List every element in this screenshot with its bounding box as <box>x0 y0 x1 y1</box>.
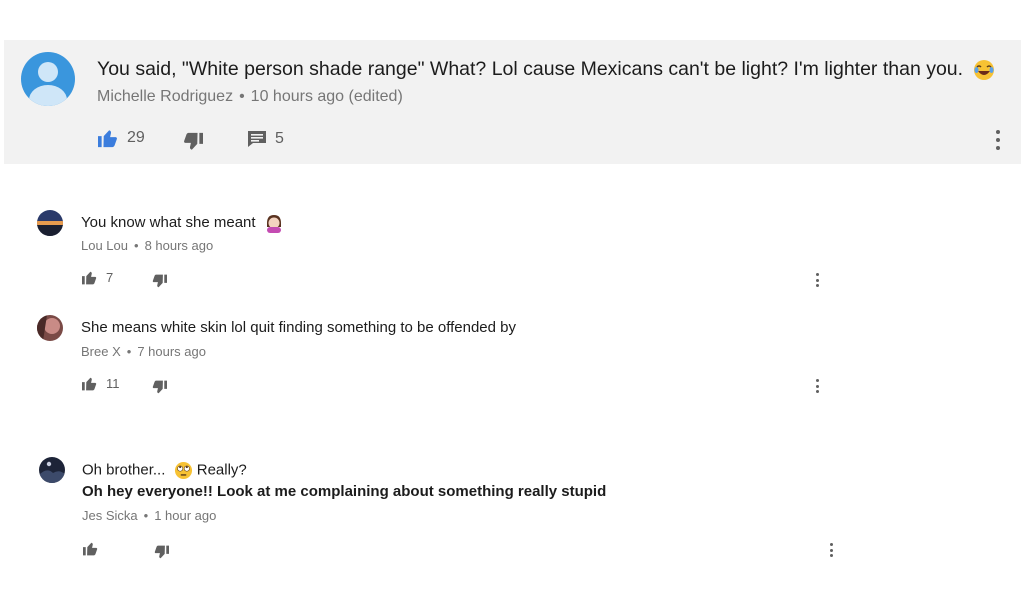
thumbs-up-icon <box>83 542 98 556</box>
author-name[interactable]: Jes Sicka <box>82 508 138 523</box>
avatar[interactable] <box>37 210 63 236</box>
reply-text-bold: Oh hey everyone!! Look at me complaining… <box>82 483 607 500</box>
more-options-icon[interactable] <box>814 273 820 287</box>
thumbs-down-icon <box>154 545 169 559</box>
avatar[interactable] <box>39 457 65 483</box>
sunset-avatar-image <box>37 210 63 236</box>
thumbs-up-icon <box>82 377 97 391</box>
reply-text-row: Oh brother... Really? <box>82 461 247 480</box>
reply-text-row: You know what she meant <box>81 213 284 233</box>
like-count: 7 <box>106 270 114 285</box>
like-button[interactable]: 11 <box>81 376 120 391</box>
more-options-icon[interactable] <box>828 543 834 557</box>
author-name[interactable]: Lou Lou <box>81 238 128 253</box>
thumbs-up-icon <box>98 130 117 148</box>
replies-button[interactable]: 5 <box>247 129 284 149</box>
reply-text: Oh brother... <box>82 461 166 479</box>
top-comment-meta: Michelle Rodriguez • 10 hours ago (edited) <box>97 88 403 106</box>
author-name[interactable]: Michelle Rodriguez <box>97 88 233 105</box>
like-count: 29 <box>127 129 145 146</box>
reply-meta: Bree X • 7 hours ago <box>81 344 206 359</box>
reply-text: She means white skin lol quit finding so… <box>81 319 516 336</box>
top-comment-text-row: You said, "White person shade range" Wha… <box>97 58 995 81</box>
rolling-eyes-emoji-icon <box>174 461 192 480</box>
dislike-button[interactable] <box>151 380 168 395</box>
replies-count: 5 <box>275 130 284 147</box>
more-options-icon[interactable] <box>995 130 1001 150</box>
like-button[interactable]: 7 <box>81 270 113 285</box>
timestamp: 1 hour ago <box>154 508 217 523</box>
thumbs-up-icon <box>82 271 97 285</box>
facepalm-emoji-icon <box>266 215 281 233</box>
comment-icon <box>248 131 266 147</box>
separator-dot: • <box>126 344 132 359</box>
separator-dot: • <box>143 508 149 523</box>
dislike-button[interactable] <box>151 274 168 289</box>
timestamp: 8 hours ago <box>144 238 214 253</box>
dislike-button[interactable] <box>153 545 170 560</box>
like-button[interactable]: 29 <box>97 128 145 148</box>
timestamp: 7 hours ago <box>137 344 206 359</box>
night-avatar-image <box>39 457 65 483</box>
avatar-head-shape <box>38 62 58 82</box>
thumbs-down-icon <box>184 132 203 150</box>
reply-meta: Jes Sicka • 1 hour ago <box>82 508 216 523</box>
laughing-emoji-icon <box>973 59 994 80</box>
author-name[interactable]: Bree X <box>81 344 121 359</box>
reply-text: You know what she meant <box>81 213 256 231</box>
avatar-body-shape <box>29 85 67 106</box>
top-comment-text: You said, "White person shade range" Wha… <box>97 58 964 80</box>
portrait-avatar-image <box>37 315 63 341</box>
like-count: 11 <box>106 376 120 391</box>
separator-dot: • <box>239 88 245 105</box>
like-button[interactable] <box>82 541 107 556</box>
default-avatar[interactable] <box>21 52 75 106</box>
reply-text-end: Really? <box>196 461 247 479</box>
avatar[interactable] <box>37 315 63 341</box>
thumbs-down-icon <box>152 274 167 288</box>
more-options-icon[interactable] <box>814 379 820 393</box>
thumbs-down-icon <box>152 380 167 394</box>
reply-meta: Lou Lou • 8 hours ago <box>81 238 213 253</box>
timestamp: 10 hours ago (edited) <box>250 88 403 105</box>
dislike-button[interactable] <box>182 132 204 152</box>
separator-dot: • <box>134 238 139 253</box>
